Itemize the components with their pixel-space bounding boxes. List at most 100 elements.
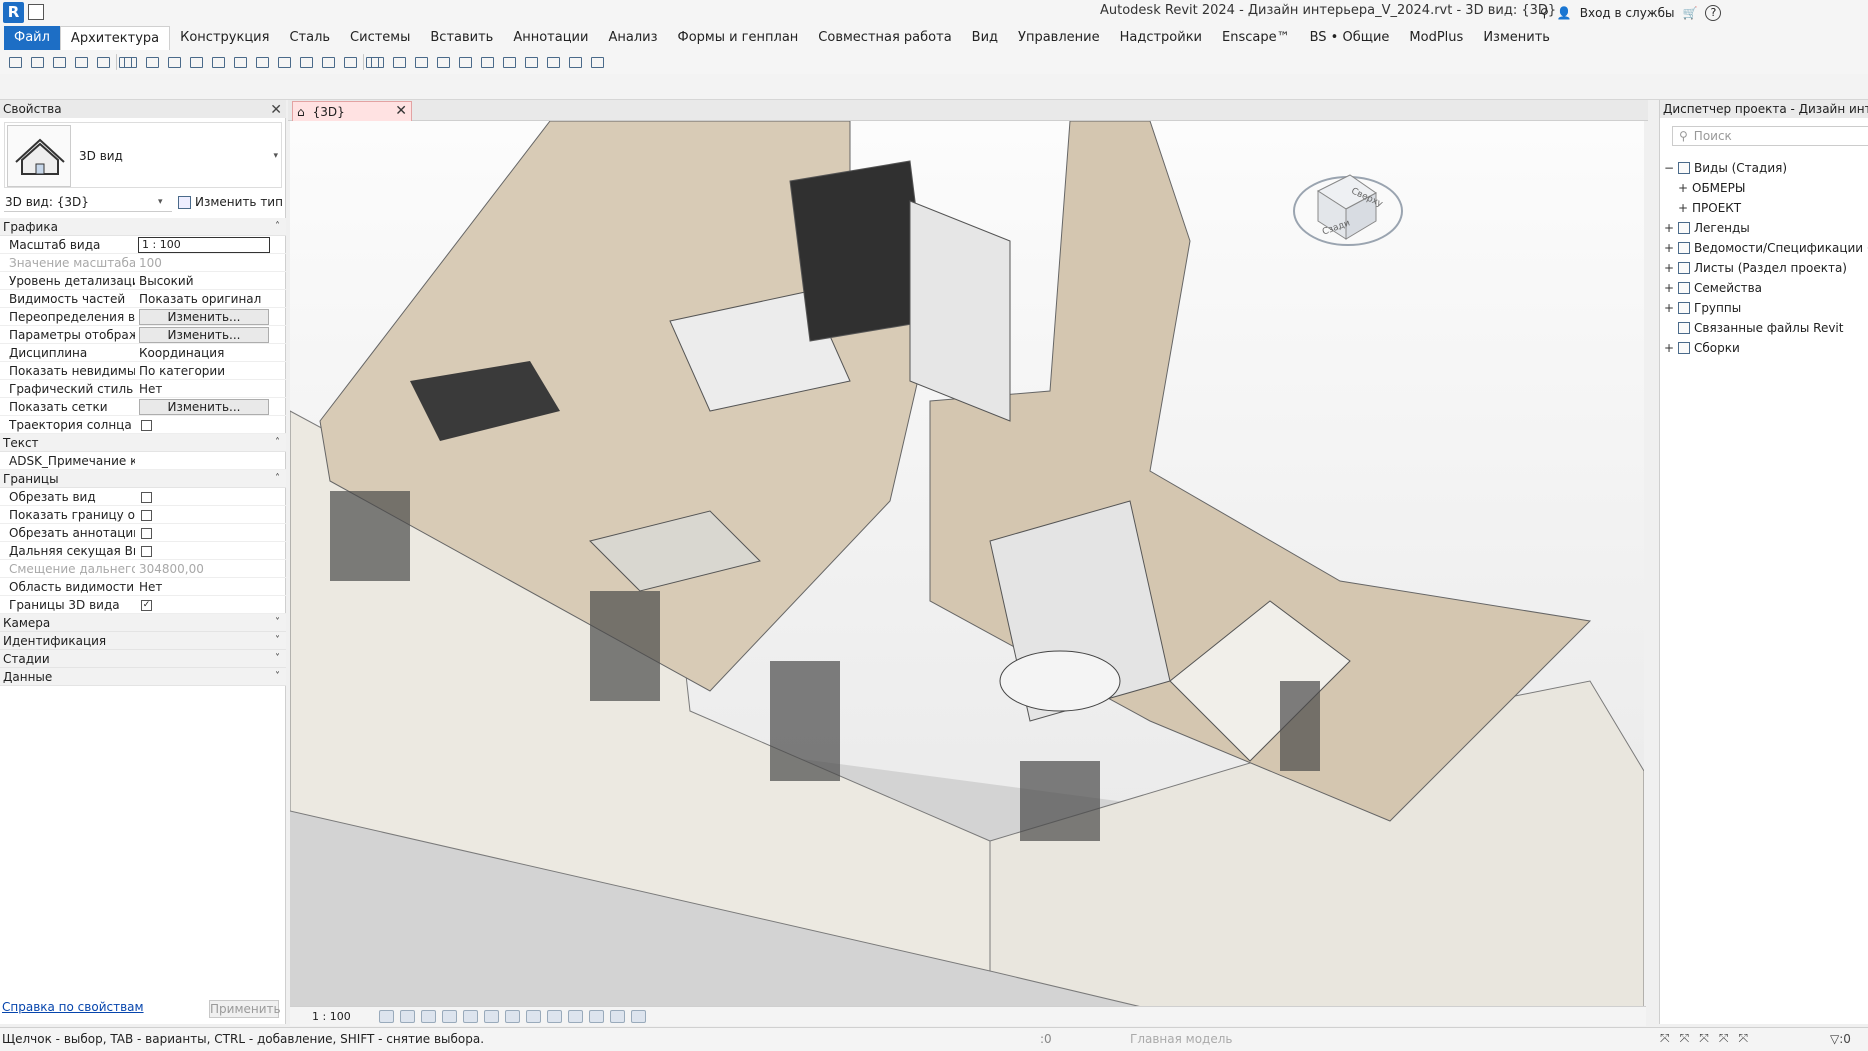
property-section[interactable]: Текст ˄: [0, 434, 286, 452]
property-checkbox[interactable]: ✓: [141, 600, 152, 611]
property-input[interactable]: 1 : 100: [138, 237, 270, 253]
collapse-icon[interactable]: ˄: [275, 434, 280, 452]
show-crop-icon[interactable]: [504, 1010, 520, 1023]
expand-toggle-icon[interactable]: +: [1678, 198, 1688, 218]
binoculars-icon[interactable]: ⚲: [1540, 6, 1549, 20]
ribbon-tab[interactable]: Аннотации: [503, 26, 598, 50]
close-hidden-icon[interactable]: [319, 54, 337, 70]
reveal-hidden-icon[interactable]: [567, 1010, 583, 1023]
ribbon-tab[interactable]: Формы и генплан: [668, 26, 809, 50]
ribbon-tab[interactable]: Совместная работа: [808, 26, 961, 50]
ribbon-tab[interactable]: BS • Общие: [1300, 26, 1400, 50]
tree-item[interactable]: + ОБМЕРЫ: [1664, 178, 1868, 198]
text-icon[interactable]: [231, 54, 249, 70]
shadows-icon[interactable]: [441, 1010, 457, 1023]
expand-toggle-icon[interactable]: +: [1664, 258, 1674, 278]
login-button[interactable]: Вход в службы: [1580, 6, 1675, 20]
property-section[interactable]: Стадии ˅: [0, 650, 286, 668]
expand-toggle-icon[interactable]: +: [1678, 178, 1688, 198]
tree-item[interactable]: + Ведомости/Спецификации (Ст: [1664, 238, 1868, 258]
property-section[interactable]: Графика ˄: [0, 218, 286, 236]
select-links-icon[interactable]: ⤧: [1660, 1031, 1670, 1046]
property-value[interactable]: Нет: [139, 380, 279, 398]
filter-icon[interactable]: [500, 54, 518, 70]
collapse-icon[interactable]: ˅: [275, 632, 280, 650]
link-icon[interactable]: [544, 54, 562, 70]
render-dialog-icon[interactable]: [462, 1010, 478, 1023]
property-value[interactable]: По категории: [139, 362, 279, 380]
property-checkbox[interactable]: [141, 510, 152, 521]
copy-icon[interactable]: [434, 54, 452, 70]
array-icon[interactable]: [456, 54, 474, 70]
thin-lines-icon[interactable]: [297, 54, 315, 70]
tree-item[interactable]: + Семейства: [1664, 278, 1868, 298]
select-underlay-icon[interactable]: ⤧: [1680, 1031, 1690, 1046]
tree-item[interactable]: + Сборки: [1664, 338, 1868, 358]
collapse-icon[interactable]: ˄: [275, 470, 280, 488]
expand-toggle-icon[interactable]: +: [1664, 278, 1674, 298]
open-icon[interactable]: [6, 54, 24, 70]
render-icon[interactable]: [588, 54, 606, 70]
group-icon[interactable]: [522, 54, 540, 70]
reveal-constraints-icon[interactable]: [630, 1010, 646, 1023]
help-button[interactable]: ?: [1705, 5, 1722, 21]
export-icon[interactable]: [143, 54, 161, 70]
property-value[interactable]: Координация: [139, 344, 279, 362]
property-section[interactable]: Камера ˅: [0, 614, 286, 632]
expand-toggle-icon[interactable]: −: [1664, 158, 1674, 178]
ribbon-tab[interactable]: Системы: [340, 26, 420, 50]
collapse-icon[interactable]: ˅: [275, 614, 280, 632]
edit-type-button[interactable]: Изменить тип: [178, 192, 283, 212]
chevron-down-icon[interactable]: ▾: [273, 151, 278, 161]
temporary-hide-icon[interactable]: [546, 1010, 562, 1023]
close-icon[interactable]: ✕: [395, 103, 407, 119]
measure-icon[interactable]: [165, 54, 183, 70]
ribbon-tab[interactable]: Управление: [1008, 26, 1110, 50]
expand-toggle-icon[interactable]: +: [1664, 338, 1674, 358]
type-selector[interactable]: 3D вид ▾: [4, 122, 282, 188]
expand-toggle-icon[interactable]: +: [1664, 218, 1674, 238]
view-instance-selector[interactable]: 3D вид: {3D}: [4, 192, 172, 212]
ribbon-tab[interactable]: Сталь: [279, 26, 340, 50]
property-checkbox[interactable]: [141, 420, 152, 431]
property-checkbox[interactable]: [141, 492, 152, 503]
crop-view-icon[interactable]: [483, 1010, 499, 1023]
detail-level-icon[interactable]: [378, 1010, 394, 1023]
tree-item[interactable]: + ПРОЕКТ: [1664, 198, 1868, 218]
property-section[interactable]: Границы ˄: [0, 470, 286, 488]
chevron-down-icon[interactable]: ▾: [158, 197, 163, 207]
ribbon-tab[interactable]: Вставить: [420, 26, 503, 50]
tab-3d-view[interactable]: ⌂ {3D} ✕: [292, 101, 412, 121]
edit-property-button[interactable]: Изменить...: [139, 309, 269, 325]
print-icon[interactable]: [121, 54, 139, 70]
apply-button[interactable]: Применить: [209, 1000, 281, 1018]
drag-elements-icon[interactable]: ⤧: [1738, 1031, 1748, 1046]
property-section[interactable]: Идентификация ˅: [0, 632, 286, 650]
active-model[interactable]: Главная модель: [1130, 1032, 1232, 1046]
redo-icon[interactable]: [94, 54, 112, 70]
visual-style-icon[interactable]: [399, 1010, 415, 1023]
tree-item[interactable]: + Группы: [1664, 298, 1868, 318]
tree-item[interactable]: + Легенды: [1664, 218, 1868, 238]
collapse-icon[interactable]: ˅: [275, 668, 280, 686]
edit-property-button[interactable]: Изменить...: [139, 399, 269, 415]
filter-count[interactable]: ▽:0: [1830, 1032, 1851, 1046]
ribbon-tab[interactable]: Архитектура: [59, 26, 171, 50]
ribbon-tab[interactable]: Изменить: [1473, 26, 1560, 50]
select-pinned-icon[interactable]: ⤧: [1699, 1031, 1709, 1046]
ribbon-tab[interactable]: Вид: [962, 26, 1008, 50]
browser-search-input[interactable]: ⚲ Поиск: [1672, 126, 1868, 146]
analytical-model-icon[interactable]: [588, 1010, 604, 1023]
revit-logo-icon[interactable]: R: [3, 2, 24, 23]
property-value[interactable]: Нет: [139, 578, 279, 596]
section-icon[interactable]: [275, 54, 293, 70]
tree-item[interactable]: + Листы (Раздел проекта): [1664, 258, 1868, 278]
3d-view-icon[interactable]: [253, 54, 271, 70]
ribbon-tab[interactable]: Надстройки: [1110, 26, 1212, 50]
ribbon-tab[interactable]: Конструкция: [170, 26, 279, 50]
ribbon-tab[interactable]: Enscape™: [1212, 26, 1300, 50]
sync-icon[interactable]: [50, 54, 68, 70]
ribbon-tab[interactable]: Анализ: [598, 26, 667, 50]
3d-view-canvas[interactable]: Сверху Сзади: [290, 121, 1644, 1009]
save-icon[interactable]: [28, 54, 46, 70]
